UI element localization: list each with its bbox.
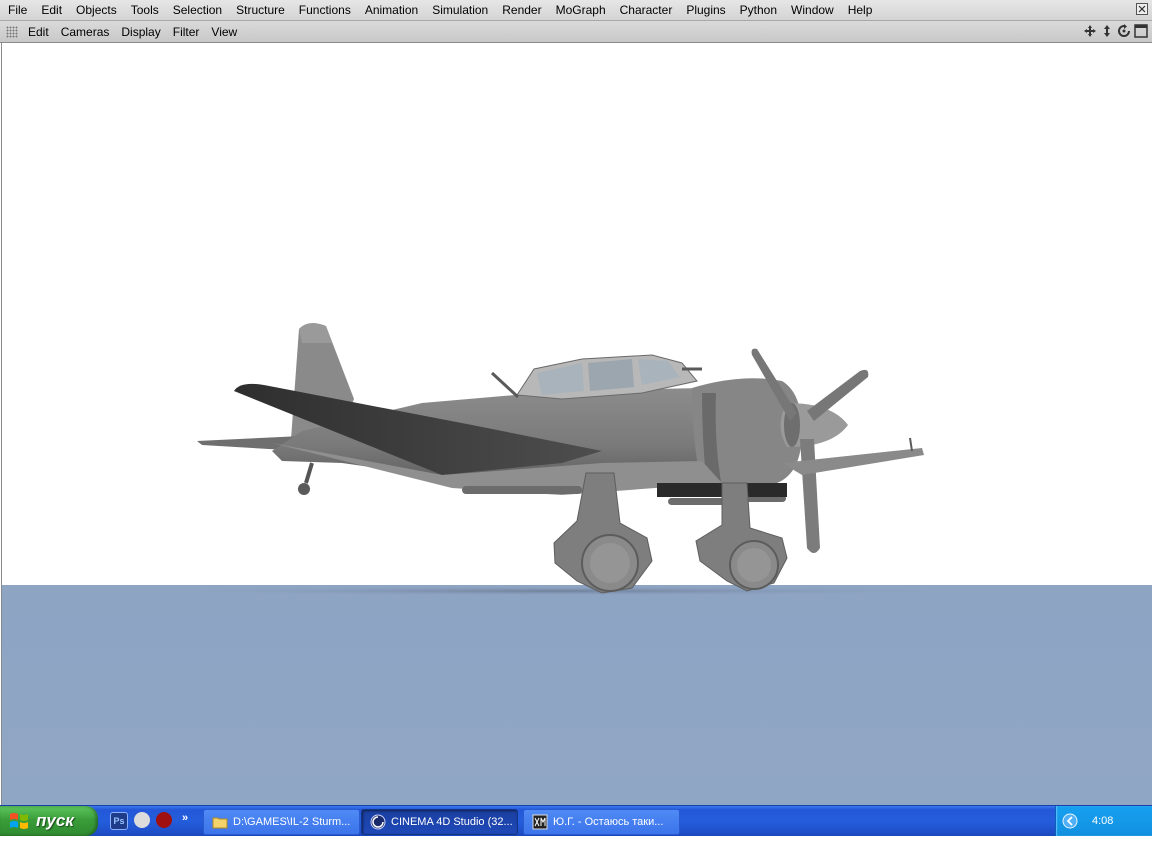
menu-plugins[interactable]: Plugins (678, 3, 731, 17)
quick-launch-chevron-icon[interactable]: » (182, 812, 188, 824)
rotate-icon[interactable] (1117, 24, 1131, 38)
menu-objects[interactable]: Objects (68, 3, 123, 17)
menu-functions[interactable]: Functions (291, 3, 357, 17)
taskbar-button-label: CINEMA 4D Studio (32... (391, 816, 513, 828)
taskbar-button-xm-player[interactable]: Ю.Г. - Остаюсь таки... (523, 809, 680, 835)
clock[interactable]: 4:08 (1092, 815, 1113, 827)
cinema4d-icon (370, 814, 386, 830)
viewport-menu-cameras[interactable]: Cameras (57, 25, 118, 39)
viewport-menu-edit[interactable]: Edit (24, 25, 57, 39)
move-icon[interactable] (1083, 24, 1097, 38)
system-tray: 4:08 (1055, 806, 1152, 836)
viewport-menu-filter[interactable]: Filter (169, 25, 208, 39)
start-label: пуск (36, 811, 74, 830)
menu-animation[interactable]: Animation (357, 3, 424, 17)
panel-grip-icon[interactable] (6, 25, 18, 38)
aircraft-model (197, 323, 924, 594)
layout-switch-icon[interactable] (1136, 3, 1148, 15)
main-menubar: File Edit Objects Tools Selection Struct… (0, 0, 1152, 21)
viewport-nav-icons (1083, 24, 1148, 38)
taskbar-button-label: Ю.Г. - Остаюсь таки... (553, 816, 664, 828)
menu-structure[interactable]: Structure (228, 3, 291, 17)
app-icon[interactable] (156, 812, 172, 828)
menu-mograph[interactable]: MoGraph (548, 3, 612, 17)
menu-tools[interactable]: Tools (123, 3, 165, 17)
menu-render[interactable]: Render (494, 3, 547, 17)
viewport-menu-view[interactable]: View (207, 25, 245, 39)
viewport-menubar: Edit Cameras Display Filter View (0, 21, 1152, 43)
photoshop-icon[interactable]: Ps (110, 812, 128, 830)
menu-help[interactable]: Help (840, 3, 879, 17)
screen-bottom-margin (0, 836, 1152, 864)
viewport-menu-display[interactable]: Display (117, 25, 168, 39)
ground-plane (2, 585, 1152, 805)
folder-icon (212, 817, 228, 829)
menu-python[interactable]: Python (732, 3, 783, 17)
3d-viewport[interactable] (1, 43, 1152, 805)
viewport-scene (2, 323, 1152, 805)
taskbar-button-explorer[interactable]: D:\GAMES\IL-2 Sturm... (203, 809, 360, 835)
menu-selection[interactable]: Selection (165, 3, 228, 17)
windows-logo-icon (10, 813, 28, 829)
show-hidden-icons-icon[interactable] (1062, 813, 1078, 829)
windows-taskbar: пуск Ps » D:\GAMES\IL-2 Sturm... CINEMA … (0, 805, 1152, 836)
start-button[interactable]: пуск (0, 806, 98, 836)
menu-window[interactable]: Window (783, 3, 840, 17)
zoom-icon[interactable] (1100, 24, 1114, 38)
menu-file[interactable]: File (0, 3, 33, 17)
taskbar-button-cinema4d[interactable]: CINEMA 4D Studio (32... (361, 809, 518, 835)
maximize-icon[interactable] (1134, 24, 1148, 38)
plane-shadow (142, 586, 982, 596)
media-player-icon[interactable] (134, 812, 150, 828)
xm-player-icon (532, 814, 548, 830)
menu-simulation[interactable]: Simulation (424, 3, 494, 17)
menu-edit[interactable]: Edit (33, 3, 68, 17)
taskbar-button-label: D:\GAMES\IL-2 Sturm... (233, 816, 351, 828)
menu-character[interactable]: Character (612, 3, 679, 17)
